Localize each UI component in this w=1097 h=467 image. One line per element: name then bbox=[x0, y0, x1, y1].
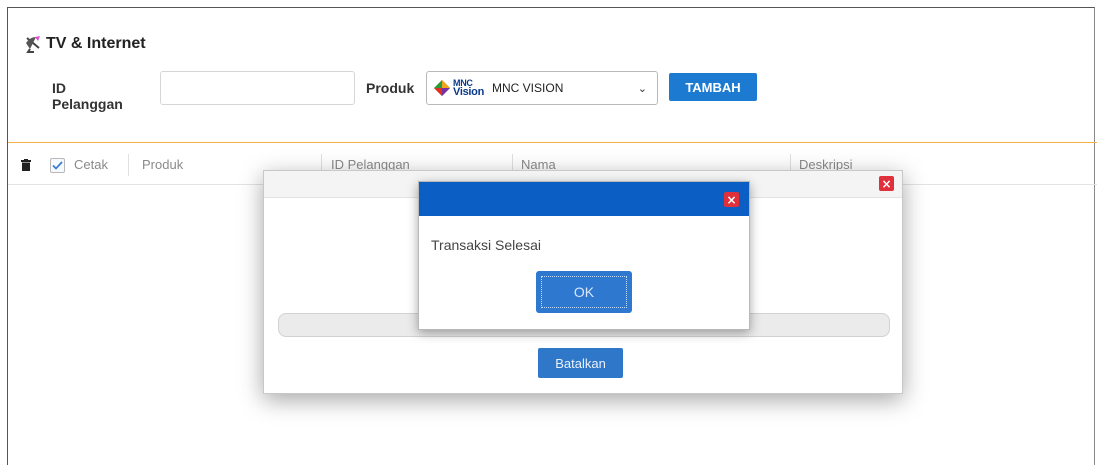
section-title: TV & Internet bbox=[46, 35, 146, 52]
alert-dialog: × Transaksi Selesai OK bbox=[418, 181, 750, 330]
trash-icon[interactable] bbox=[21, 159, 31, 174]
mnc-vision-logo: MNC Vision bbox=[433, 79, 484, 98]
produk-selected-value: MNC VISION bbox=[492, 81, 564, 95]
column-header-produk[interactable]: Produk bbox=[142, 157, 183, 172]
batalkan-button[interactable]: Batalkan bbox=[538, 348, 623, 378]
tambah-button[interactable]: TAMBAH bbox=[669, 73, 757, 101]
close-icon[interactable]: × bbox=[879, 176, 894, 191]
cetak-label: Cetak bbox=[74, 157, 108, 172]
select-all-checkbox[interactable] bbox=[50, 158, 65, 173]
produk-label: Produk bbox=[366, 80, 415, 96]
id-pelanggan-input[interactable] bbox=[160, 71, 355, 105]
ok-button[interactable]: OK bbox=[536, 271, 632, 313]
section-header: TV & Internet bbox=[24, 33, 146, 55]
alert-titlebar: × bbox=[419, 182, 749, 216]
ok-button-label: OK bbox=[541, 276, 627, 308]
close-icon[interactable]: × bbox=[724, 192, 739, 207]
column-separator bbox=[128, 154, 129, 176]
chevron-down-icon: ⌄ bbox=[637, 83, 647, 95]
divider bbox=[8, 142, 1097, 143]
produk-select[interactable]: MNC Vision MNC VISION ⌄ bbox=[426, 71, 658, 105]
alert-message: Transaksi Selesai bbox=[431, 237, 541, 253]
satellite-dish-icon bbox=[24, 35, 42, 53]
id-pelanggan-label: ID Pelanggan bbox=[52, 80, 123, 112]
